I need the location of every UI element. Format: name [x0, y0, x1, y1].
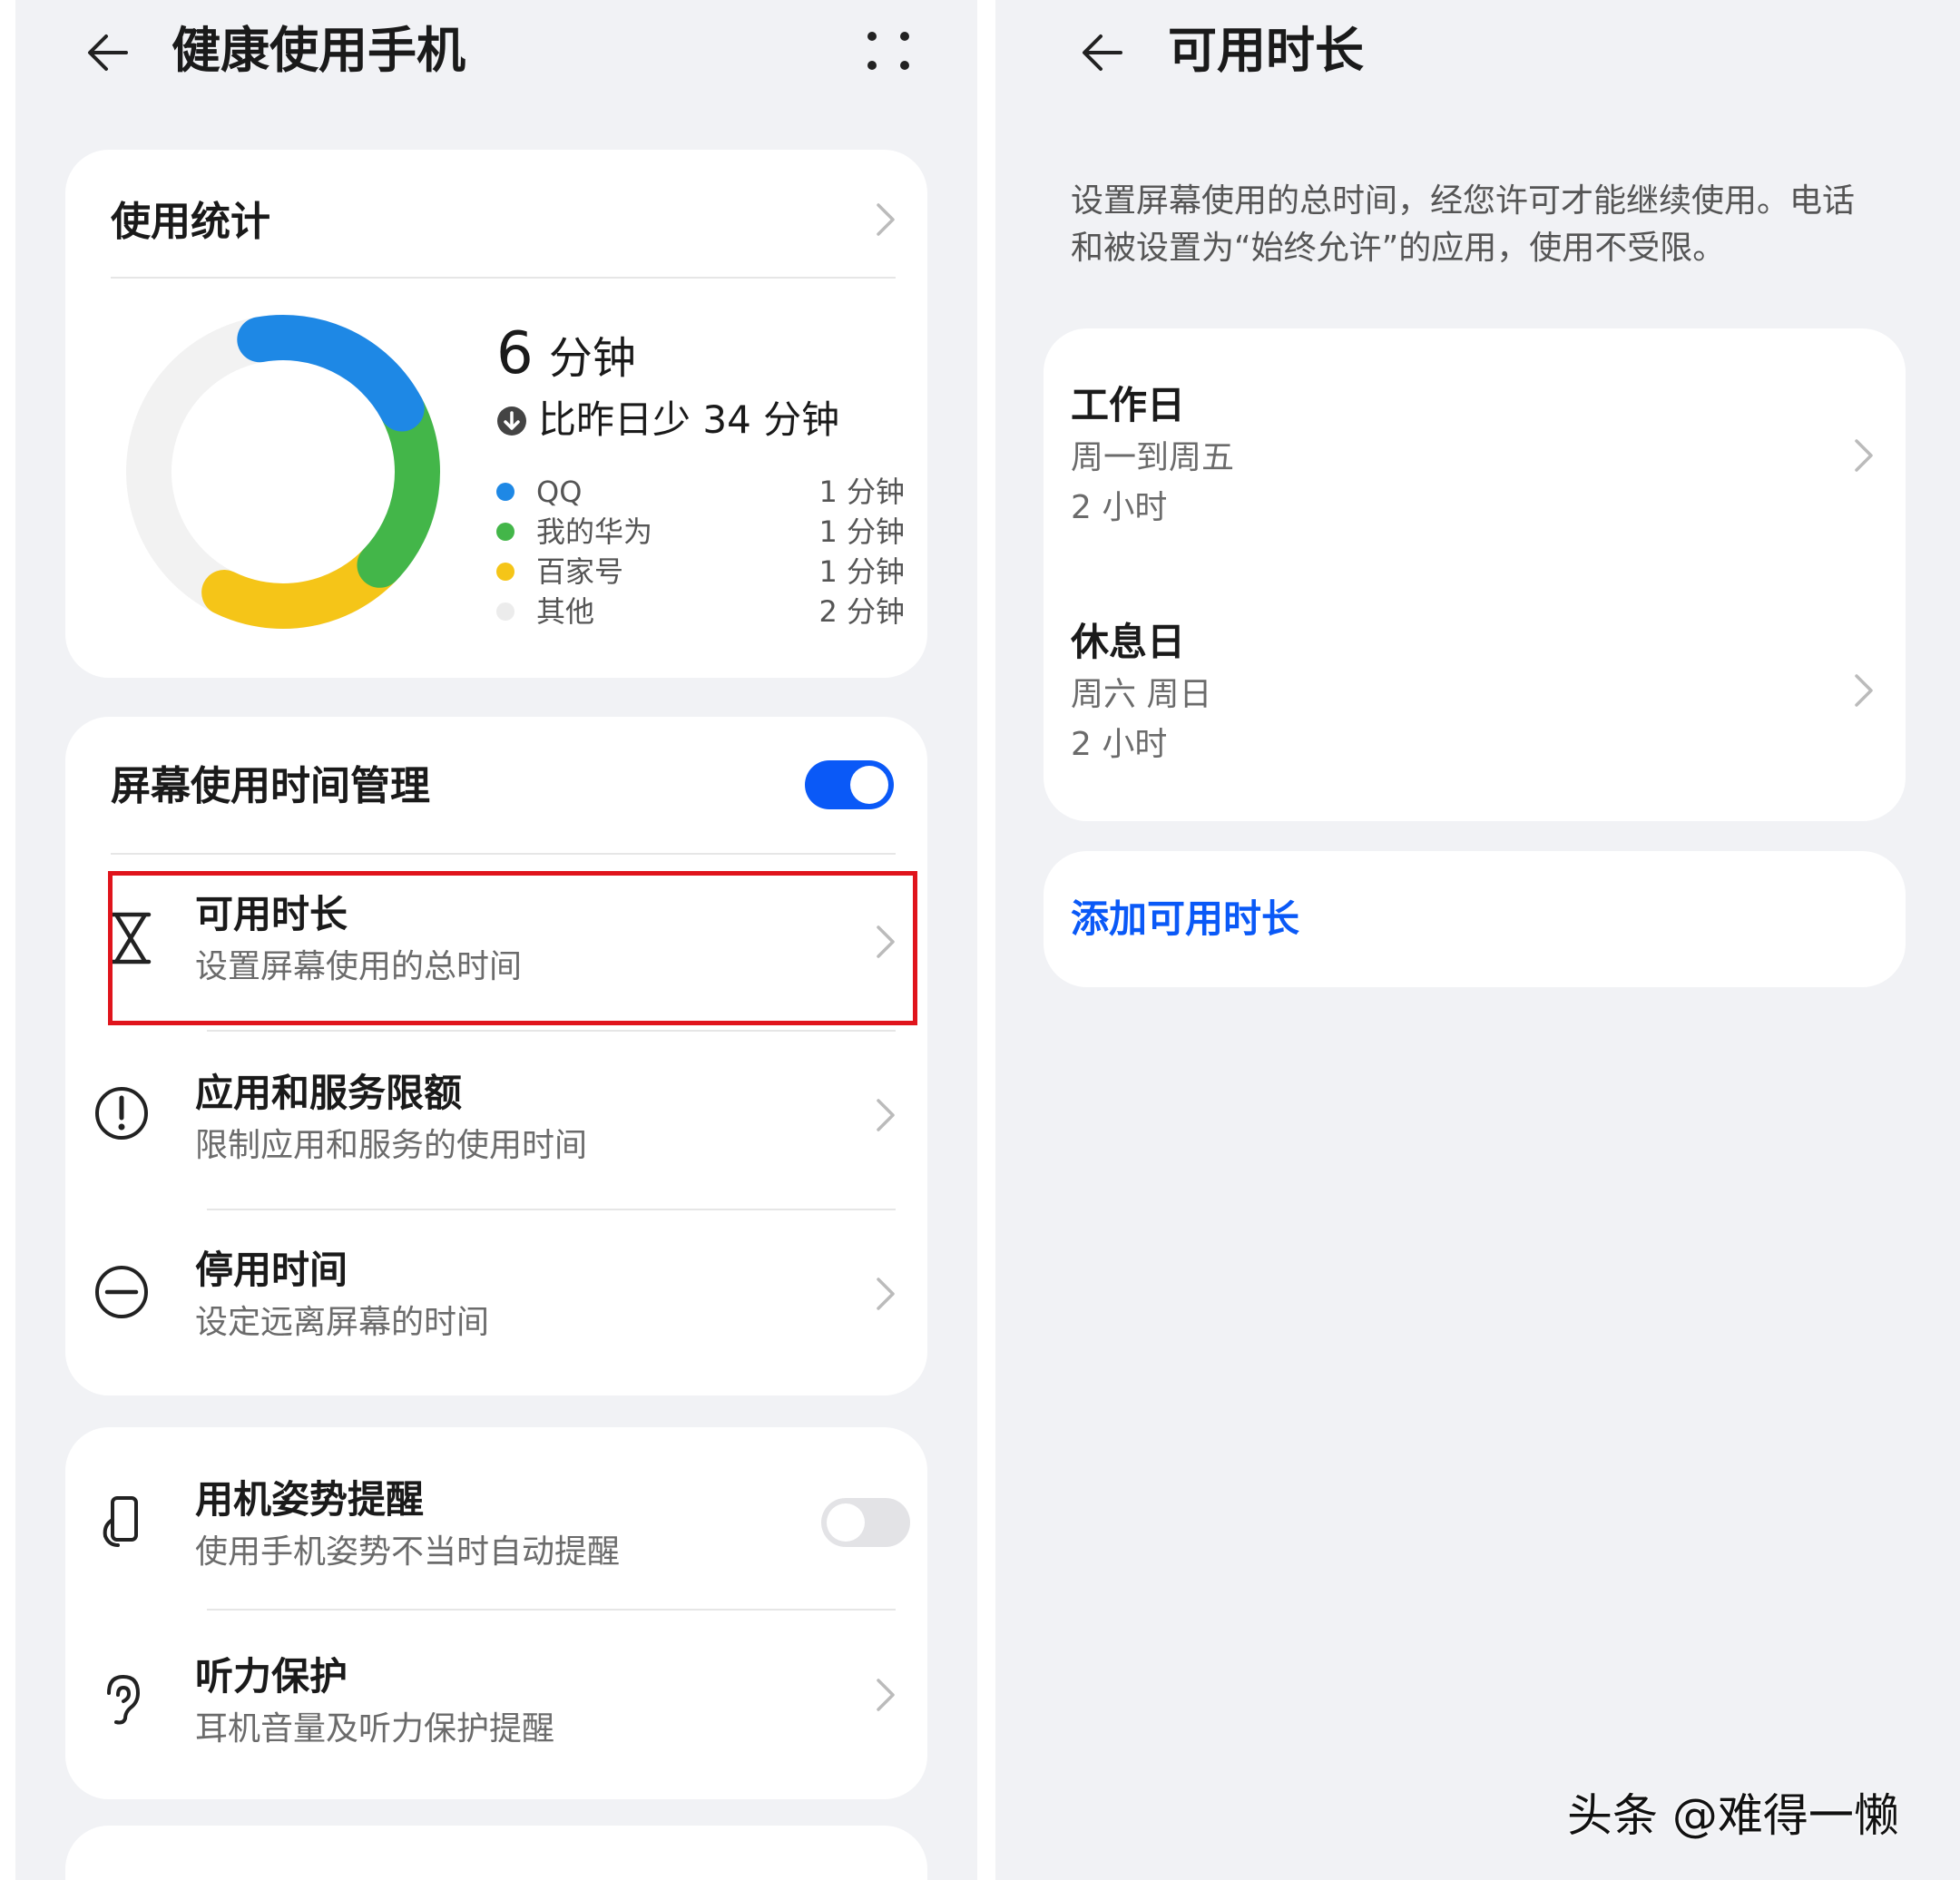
donut-segment	[237, 315, 425, 432]
row-subtitle: 使用手机姿势不当时自动提醒	[195, 1533, 621, 1571]
phone-hand-icon	[103, 1496, 138, 1547]
legend-dot	[496, 523, 514, 541]
schedules-card: 工作日 周一到周五 2 小时 休息日 周六 周日 2 小时	[1044, 328, 1906, 821]
posture-reminder-row[interactable]: 用机姿势提醒 使用手机姿势不当时自动提醒	[65, 1427, 927, 1609]
legend-app-time: 1 分钟	[818, 554, 905, 589]
toggle-knob	[850, 766, 888, 804]
row-subtitle: 耳机音量及听力保护提醒	[195, 1710, 555, 1748]
legend-dot	[496, 483, 514, 501]
exclamation-circle-icon	[95, 1087, 148, 1140]
legend-app-name: 其他	[536, 594, 595, 629]
schedule-title: 工作日	[1071, 383, 1186, 427]
legend-app-name: 百家号	[536, 554, 624, 589]
row-title: 停用时间	[195, 1248, 348, 1292]
schedule-days: 周一到周五	[1071, 439, 1235, 476]
legend-app-time: 1 分钟	[818, 514, 905, 549]
schedule-title: 休息日	[1071, 620, 1186, 664]
row-subtitle: 限制应用和服务的使用时间	[195, 1127, 588, 1164]
legend-row: 百家号 1 分钟	[496, 552, 905, 592]
highlight-box	[108, 871, 917, 1025]
more-options-icon[interactable]	[861, 24, 916, 78]
hearing-protection-row[interactable]: 听力保护 耳机音量及听力保护提醒	[65, 1611, 927, 1792]
schedule-row-workday[interactable]: 工作日 周一到周五 2 小时	[1044, 328, 1906, 564]
usage-donut-chart	[126, 315, 440, 629]
add-available-time-button[interactable]: 添加可用时长	[1071, 894, 1299, 945]
divider	[111, 277, 896, 279]
comparison-text: 比昨日少 34 分钟	[538, 397, 840, 442]
downtime-row[interactable]: 停用时间 设定远离屏幕的时间	[65, 1210, 927, 1387]
total-usage-number: 6	[496, 320, 534, 387]
top-bar: 可用时长	[995, 0, 1960, 100]
divider	[111, 853, 896, 855]
back-arrow-icon[interactable]	[79, 24, 137, 82]
partial-card	[65, 1826, 927, 1880]
chevron-right-icon	[1855, 674, 1873, 707]
arrow-down-circle-icon	[497, 406, 526, 436]
usage-legend: QQ 1 分钟 我的华为 1 分钟 百家号 1 分钟 其他 2 分钟	[496, 472, 905, 635]
top-bar: 健康使用手机	[15, 0, 977, 100]
legend-app-name: 我的华为	[536, 514, 653, 549]
legend-row: 其他 2 分钟	[496, 592, 905, 632]
row-title: 应用和服务限额	[195, 1071, 463, 1115]
chevron-right-icon	[877, 203, 895, 236]
screen-time-card: 屏幕使用时间管理 可用时长 设置屏幕使用的总时间 应用和服务限额 限制应用和服务…	[65, 717, 927, 1395]
donut-segment	[357, 386, 440, 588]
other-settings-card: 用机姿势提醒 使用手机姿势不当时自动提醒 听力保护 耳机音量及听力保护提醒	[65, 1427, 927, 1799]
back-arrow-icon[interactable]	[1073, 24, 1132, 82]
schedule-days: 周六 周日	[1071, 676, 1212, 713]
left-screen: 健康使用手机 使用统计 6 分钟 比昨日少 34 分钟 QQ 1 分钟 我的华为 1 …	[15, 0, 977, 1880]
posture-reminder-toggle[interactable]	[821, 1498, 910, 1547]
usage-stats-header: 使用统计	[111, 199, 270, 245]
legend-dot	[496, 563, 514, 581]
screen-time-header: 屏幕使用时间管理	[111, 763, 430, 809]
chevron-right-icon	[877, 1679, 895, 1711]
description-text: 设置屏幕使用的总时间，经您许可才能继续使用。电话和被设置为“始终允许”的应用，使…	[1071, 182, 1856, 267]
ear-icon	[107, 1674, 141, 1725]
legend-app-name: QQ	[536, 475, 583, 509]
toggle-knob	[827, 1503, 865, 1542]
schedule-row-weekend[interactable]: 休息日 周六 周日 2 小时	[1044, 566, 1906, 811]
schedule-duration: 2 小时	[1071, 726, 1168, 763]
row-subtitle: 设定远离屏幕的时间	[195, 1304, 490, 1341]
page-title: 可用时长	[1168, 22, 1364, 79]
row-title: 听力保护	[195, 1654, 348, 1699]
chevron-right-icon	[1855, 439, 1873, 472]
legend-app-time: 2 分钟	[818, 594, 905, 629]
chevron-right-icon	[877, 1278, 895, 1310]
add-available-time-card[interactable]: 添加可用时长	[1044, 851, 1906, 987]
schedule-duration: 2 小时	[1071, 489, 1168, 526]
legend-row: 我的华为 1 分钟	[496, 512, 905, 552]
legend-row: QQ 1 分钟	[496, 472, 905, 512]
watermark: 头条 @难得一懒	[1567, 1789, 1899, 1842]
minus-circle-icon	[95, 1266, 148, 1318]
donut-segment	[201, 542, 403, 629]
legend-app-time: 1 分钟	[818, 475, 905, 509]
total-usage-unit: 分钟	[548, 333, 636, 384]
page-title: 健康使用手机	[172, 22, 466, 79]
usage-stats-card[interactable]: 使用统计 6 分钟 比昨日少 34 分钟 QQ 1 分钟 我的华为 1 分钟 百家号 1 …	[65, 150, 927, 678]
legend-dot	[496, 602, 514, 621]
total-usage: 6 分钟	[496, 318, 636, 405]
app-limits-row[interactable]: 应用和服务限额 限制应用和服务的使用时间	[65, 1032, 927, 1209]
right-screen: 可用时长 设置屏幕使用的总时间，经您许可才能继续使用。电话和被设置为“始终允许”…	[995, 0, 1960, 1880]
screen-time-toggle[interactable]	[805, 760, 894, 809]
row-title: 用机姿势提醒	[195, 1477, 425, 1522]
chevron-right-icon	[877, 1099, 895, 1131]
